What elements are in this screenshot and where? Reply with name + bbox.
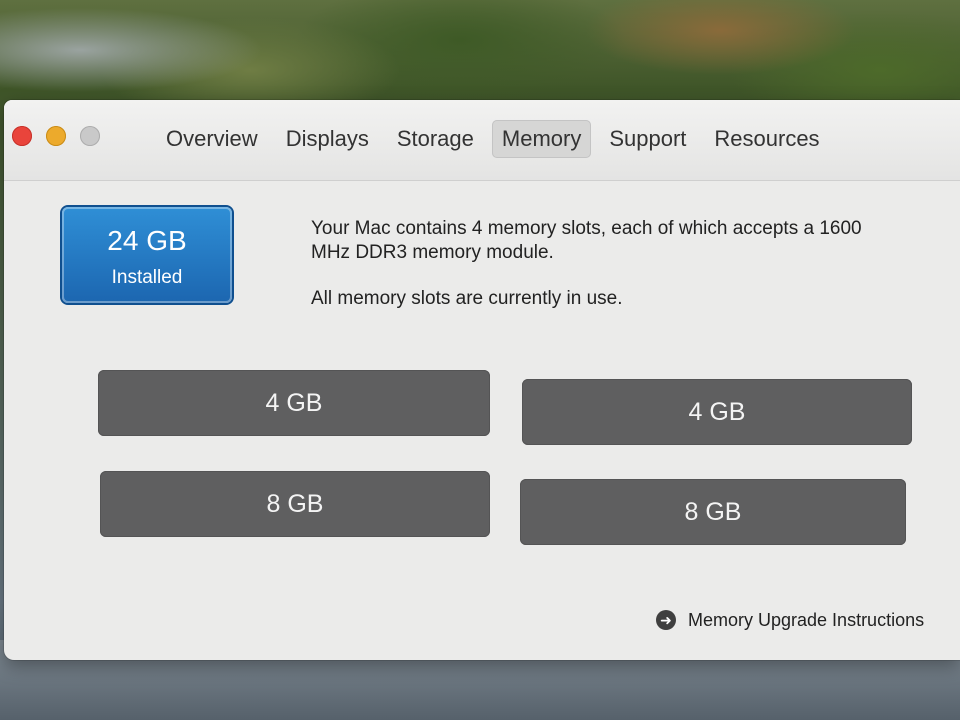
memory-slot-4: 8 GB <box>520 479 906 545</box>
installed-memory-badge: 24 GB Installed <box>62 207 232 303</box>
arrow-right-circle-icon: ➜ <box>656 610 676 630</box>
memory-slot-2: 4 GB <box>522 379 912 445</box>
memory-upgrade-instructions-link[interactable]: ➜ Memory Upgrade Instructions <box>656 605 924 635</box>
memory-slot-1: 4 GB <box>98 370 490 436</box>
tab-overview[interactable]: Overview <box>156 120 268 158</box>
tab-memory[interactable]: Memory <box>491 120 592 158</box>
window-toolbar: Overview Displays Storage Memory Support… <box>4 100 960 181</box>
memory-slot-3: 8 GB <box>100 471 490 537</box>
memory-description: Your Mac contains 4 memory slots, each o… <box>311 217 871 333</box>
minimize-button[interactable] <box>46 126 66 146</box>
memory-panel: 24 GB Installed Your Mac contains 4 memo… <box>4 181 960 660</box>
installed-memory-size: 24 GB <box>107 225 187 256</box>
tab-support[interactable]: Support <box>599 120 696 158</box>
tab-displays[interactable]: Displays <box>276 120 379 158</box>
tab-bar: Overview Displays Storage Memory Support… <box>156 118 838 160</box>
memory-upgrade-instructions-label: Memory Upgrade Instructions <box>688 609 925 630</box>
installed-memory-label: Installed <box>111 267 183 288</box>
memory-slots-description: Your Mac contains 4 memory slots, each o… <box>311 218 862 263</box>
memory-slots-status: All memory slots are currently in use. <box>311 288 623 309</box>
zoom-button[interactable] <box>80 126 100 146</box>
tab-resources[interactable]: Resources <box>704 120 829 158</box>
tab-storage[interactable]: Storage <box>387 120 484 158</box>
about-this-mac-window: Overview Displays Storage Memory Support… <box>4 100 960 660</box>
close-button[interactable] <box>12 126 32 146</box>
